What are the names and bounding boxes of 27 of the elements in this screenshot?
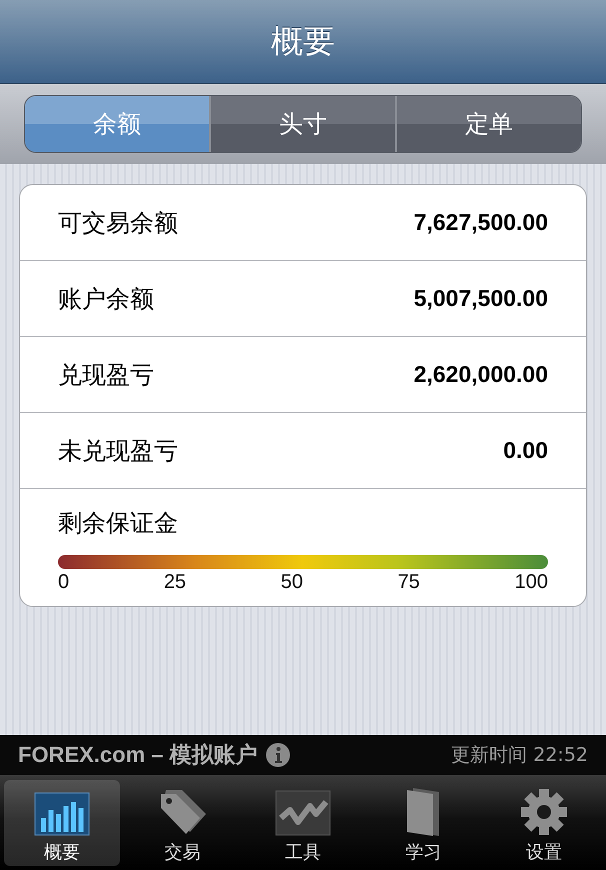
bar-chart-icon <box>34 792 90 836</box>
info-icon[interactable] <box>266 743 290 767</box>
segment-tab[interactable]: 定单 <box>395 96 581 152</box>
row-value: 7,627,500.00 <box>414 209 548 236</box>
tab-bar-item[interactable]: 工具 <box>244 780 362 866</box>
gauge-tick-label: 100 <box>514 571 548 594</box>
row-value: 0.00 <box>503 437 548 464</box>
settings-icon <box>520 788 568 836</box>
tab-bar-item[interactable]: 概要 <box>4 780 120 866</box>
update-time: 更新时间 22:52 <box>451 743 588 768</box>
tab-bar-item[interactable]: 学习 <box>365 780 482 866</box>
row-label: 账户余额 <box>58 284 154 314</box>
row-label: 剩余保证金 <box>58 509 178 537</box>
row-value: 5,007,500.00 <box>414 285 548 312</box>
row-value: 2,620,000.00 <box>414 361 548 388</box>
account-name: FOREX.com – 模拟账户 <box>18 741 258 769</box>
gauge-tick-label: 50 <box>280 571 303 594</box>
row-label: 未兑现盈亏 <box>58 436 178 466</box>
row-label: 可交易余额 <box>58 208 178 238</box>
gauge-tick-label: 0 <box>58 571 70 594</box>
gauge-tick-label: 25 <box>164 571 186 594</box>
segment-tab[interactable]: 头寸 <box>209 96 395 152</box>
row-label: 兑现盈亏 <box>58 360 154 390</box>
tab-bar-item[interactable]: 设置 <box>486 780 602 866</box>
tab-bar-item[interactable]: 交易 <box>124 780 241 866</box>
screen-title: 概要 <box>271 20 335 62</box>
gauge-tick-label: 75 <box>398 571 420 594</box>
